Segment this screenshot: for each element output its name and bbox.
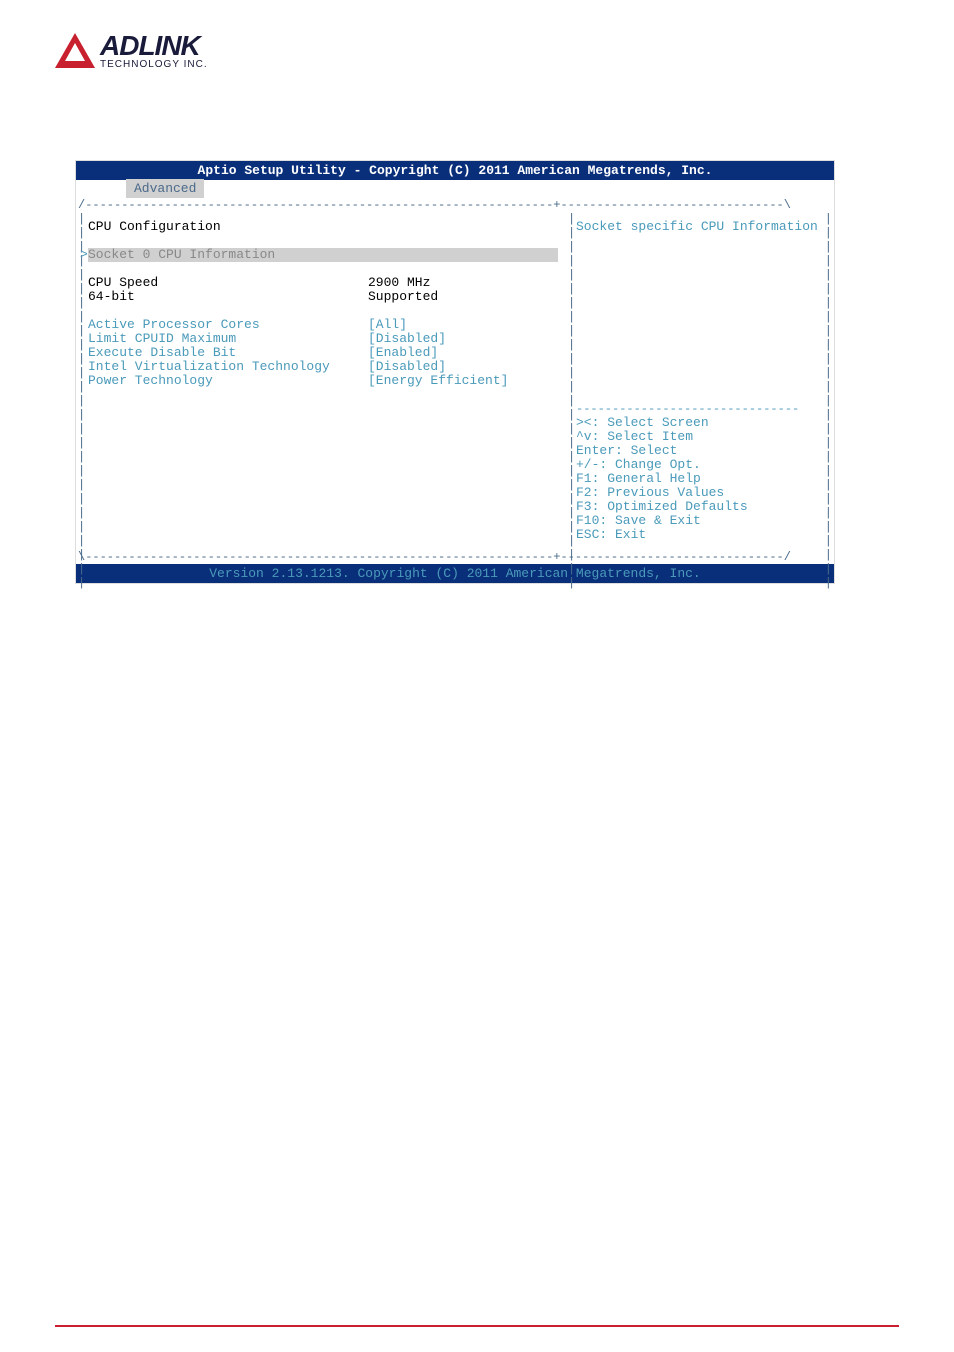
help-save-exit: F10: Save & Exit xyxy=(576,514,824,528)
tab-advanced[interactable]: Advanced xyxy=(126,179,204,198)
config-limit-cpuid[interactable]: Limit CPUID Maximum [Disabled] xyxy=(88,332,558,346)
config-execute-disable[interactable]: Execute Disable Bit [Enabled] xyxy=(88,346,558,360)
blank-row xyxy=(88,262,558,276)
logo: ADLINK TECHNOLOGY INC. xyxy=(55,30,208,70)
info-row-64bit: 64-bit Supported xyxy=(88,290,558,304)
divider-bottom: \---------------------------------------… xyxy=(76,550,834,564)
submenu-indicator-icon: > xyxy=(80,248,88,262)
logo-triangle-icon xyxy=(55,33,95,68)
submenu-socket-info[interactable]: > Socket 0 CPU Information xyxy=(88,248,558,262)
help-previous-values: F2: Previous Values xyxy=(576,486,824,500)
config-active-cores[interactable]: Active Processor Cores [All] xyxy=(88,318,558,332)
logo-sub-text: TECHNOLOGY INC. xyxy=(100,59,208,70)
blank-row xyxy=(88,234,558,248)
help-enter-select: Enter: Select xyxy=(576,444,824,458)
help-esc-exit: ESC: Exit xyxy=(576,528,824,542)
bios-screen: Aptio Setup Utility - Copyright (C) 2011… xyxy=(75,160,835,584)
bios-footer: Version 2.13.1213. Copyright (C) 2011 Am… xyxy=(76,564,834,583)
help-select-item: ^v: Select Item xyxy=(576,430,824,444)
info-row-cpu-speed: CPU Speed 2900 MHz xyxy=(88,276,558,290)
help-select-screen: ><: Select Screen xyxy=(576,416,824,430)
help-optimized-defaults: F3: Optimized Defaults xyxy=(576,500,824,514)
section-title: CPU Configuration xyxy=(88,220,558,234)
config-power-tech[interactable]: Power Technology [Energy Efficient] xyxy=(88,374,558,388)
blank-row xyxy=(88,304,558,318)
page-footer-line xyxy=(55,1325,899,1327)
divider-top: /---------------------------------------… xyxy=(76,198,834,212)
help-general-help: F1: General Help xyxy=(576,472,824,486)
side-info-text: Socket specific CPU Information xyxy=(576,220,824,234)
bios-header: Aptio Setup Utility - Copyright (C) 2011… xyxy=(76,161,834,180)
help-change-opt: +/-: Change Opt. xyxy=(576,458,824,472)
side-separator: ------------------------------- xyxy=(576,402,824,416)
config-virtualization[interactable]: Intel Virtualization Technology [Disable… xyxy=(88,360,558,374)
logo-main-text: ADLINK xyxy=(100,30,208,62)
